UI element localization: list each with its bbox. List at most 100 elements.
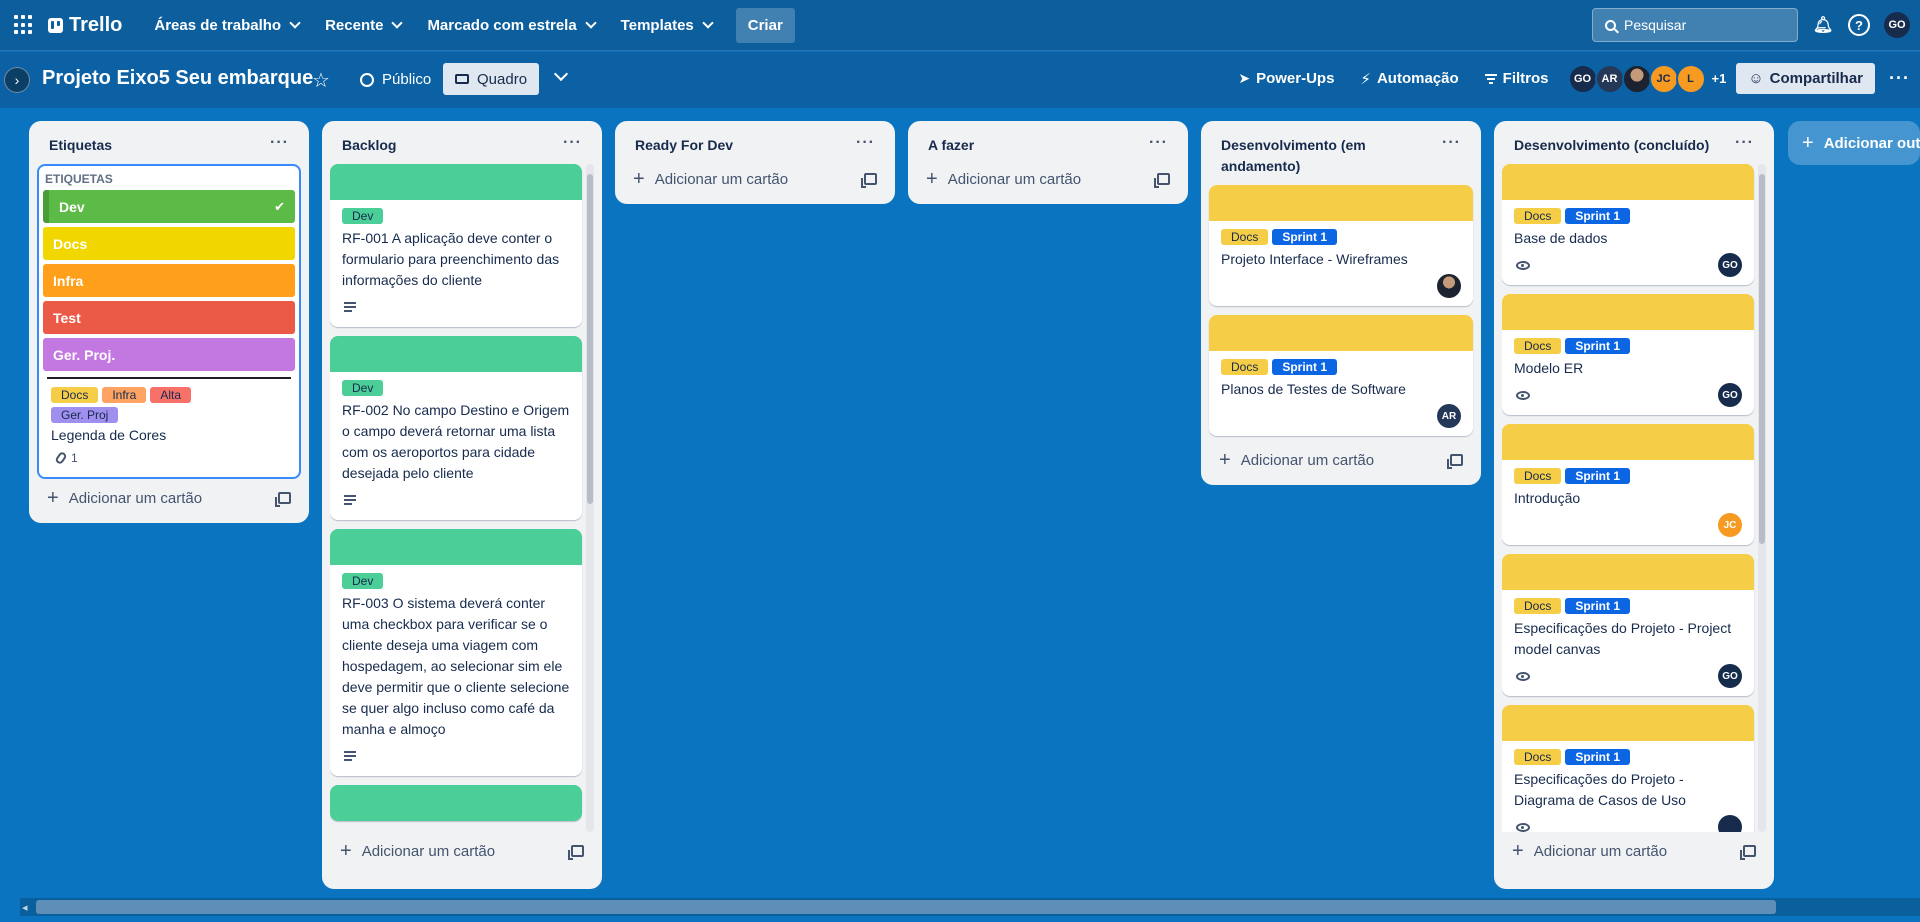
scrollbar-thumb[interactable] — [1759, 174, 1765, 544]
list-title[interactable]: Ready For Dev — [635, 135, 733, 156]
card[interactable]: Docs Sprint 1 Introdução JC — [1502, 424, 1754, 545]
automation-button[interactable]: ⚡︎ Automação — [1350, 64, 1468, 94]
list-menu-icon[interactable]: ··· — [856, 135, 875, 151]
add-list-button[interactable]: + Adicionar outra lista — [1788, 121, 1920, 165]
label-dev[interactable]: Dev — [342, 573, 384, 589]
create-from-template-icon[interactable] — [1154, 173, 1170, 188]
label-docs[interactable]: Docs — [1514, 598, 1562, 614]
label-dev[interactable]: Dev — [342, 380, 384, 396]
board-view-button[interactable]: Quadro — [443, 63, 540, 95]
card[interactable]: Dev RF-002 No campo Destino e Origem o c… — [330, 336, 582, 520]
create-from-template-icon[interactable] — [568, 845, 584, 860]
member-avatar[interactable]: AR — [1437, 404, 1461, 428]
label-sprint[interactable]: Sprint 1 — [1272, 229, 1338, 245]
label-infra[interactable]: Infra — [102, 387, 147, 403]
label-dev[interactable]: Dev — [342, 208, 384, 224]
label-docs[interactable]: Docs — [1221, 229, 1269, 245]
share-button[interactable]: ☺ Compartilhar — [1736, 63, 1876, 94]
visibility-button[interactable]: Público — [352, 65, 439, 94]
add-card-button[interactable]: + Adicionar um cartão — [1209, 445, 1473, 475]
chevron-down-icon[interactable] — [553, 66, 569, 82]
nav-recent[interactable]: Recente — [315, 9, 411, 42]
user-avatar[interactable]: GO — [1884, 12, 1910, 38]
label-docs[interactable]: Docs — [1221, 359, 1269, 375]
legend-label-test[interactable]: Test — [43, 301, 295, 334]
trello-logo[interactable]: Trello — [48, 14, 122, 37]
list-menu-icon[interactable]: ··· — [1149, 135, 1168, 151]
board-title[interactable]: Projeto Eixo5 Seu embarque — [42, 67, 313, 90]
legend-label-docs[interactable]: Docs — [43, 227, 295, 260]
member-avatar[interactable]: GO — [1718, 383, 1742, 407]
label-alta[interactable]: Alta — [150, 387, 192, 403]
add-card-button[interactable]: + Adicionar um cartão — [916, 164, 1180, 194]
card[interactable]: Docs Sprint 1 Modelo ER GO — [1502, 294, 1754, 415]
scrollbar-thumb[interactable] — [587, 174, 593, 504]
label-docs[interactable]: Docs — [1514, 208, 1562, 224]
list-scrollbar[interactable] — [1758, 164, 1766, 832]
list-title[interactable]: A fazer — [928, 135, 974, 156]
member-avatar[interactable]: JC — [1718, 513, 1742, 537]
notifications-icon[interactable]: 🔔︎ — [1812, 14, 1834, 36]
add-card-button[interactable]: + Adicionar um cartão — [623, 164, 887, 194]
filters-button[interactable]: Filtros — [1475, 64, 1559, 93]
board-horizontal-scrollbar[interactable]: ◂ — [20, 898, 1920, 916]
label-docs[interactable]: Docs — [1514, 338, 1562, 354]
list-title[interactable]: Backlog — [342, 135, 396, 156]
create-button[interactable]: Criar — [735, 7, 795, 43]
more-members-count[interactable]: +1 — [1712, 71, 1727, 86]
card[interactable]: Docs Sprint 1 Especificações do Projeto … — [1502, 705, 1754, 832]
label-ger-proj[interactable]: Ger. Proj — [51, 407, 119, 423]
sidebar-toggle-icon[interactable]: › — [4, 67, 30, 93]
nav-templates[interactable]: Templates — [611, 9, 722, 42]
member-avatar[interactable] — [1718, 815, 1742, 832]
label-sprint[interactable]: Sprint 1 — [1565, 208, 1631, 224]
list-title[interactable]: Desenvolvimento (concluído) — [1514, 135, 1709, 156]
powerups-button[interactable]: ➤ Power-Ups — [1228, 64, 1344, 93]
member-avatar[interactable]: L — [1675, 63, 1706, 94]
create-from-template-icon[interactable] — [1740, 845, 1756, 860]
label-sprint[interactable]: Sprint 1 — [1272, 359, 1338, 375]
card[interactable]: Dev RF-001 A aplicação deve conter o for… — [330, 164, 582, 327]
list-menu-icon[interactable]: ··· — [270, 135, 289, 151]
app-switcher-icon[interactable] — [14, 15, 34, 35]
search-input[interactable]: Pesquisar — [1592, 8, 1798, 42]
list-title[interactable]: Desenvolvimento (em andamento) — [1221, 135, 1421, 177]
add-card-button[interactable]: + Adicionar um cartão — [1502, 836, 1766, 866]
member-avatar[interactable]: GO — [1718, 253, 1742, 277]
label-sprint[interactable]: Sprint 1 — [1565, 749, 1631, 765]
list-title[interactable]: Etiquetas — [49, 135, 112, 156]
legend-label-infra[interactable]: Infra — [43, 264, 295, 297]
member-avatar[interactable]: JC — [1648, 63, 1679, 94]
scrollbar-thumb[interactable] — [36, 900, 1776, 914]
member-avatar[interactable]: GO — [1567, 63, 1598, 94]
label-docs[interactable]: Docs — [1514, 468, 1562, 484]
card[interactable]: Docs Sprint 1 Planos de Testes de Softwa… — [1209, 315, 1473, 436]
card[interactable]: Docs Sprint 1 Base de dados GO — [1502, 164, 1754, 285]
list-menu-icon[interactable]: ··· — [1442, 135, 1461, 151]
add-card-button[interactable]: + Adicionar um cartão — [330, 836, 594, 866]
create-from-template-icon[interactable] — [1447, 454, 1463, 469]
star-icon[interactable]: ☆ — [312, 68, 330, 93]
create-from-template-icon[interactable] — [861, 173, 877, 188]
member-avatar[interactable]: AR — [1594, 63, 1625, 94]
card[interactable]: Dev RF-003 O sistema deverá conter uma c… — [330, 529, 582, 776]
add-card-button[interactable]: + Adicionar um cartão — [37, 483, 301, 513]
label-sprint[interactable]: Sprint 1 — [1565, 598, 1631, 614]
scroll-left-arrow-icon[interactable]: ◂ — [22, 901, 28, 914]
list-menu-icon[interactable]: ··· — [1735, 135, 1754, 151]
create-from-template-icon[interactable] — [275, 492, 291, 507]
legend-label-ger-proj[interactable]: Ger. Proj. — [43, 338, 295, 371]
label-docs[interactable]: Docs — [51, 387, 99, 403]
help-icon[interactable]: ? — [1848, 14, 1870, 36]
label-sprint[interactable]: Sprint 1 — [1565, 338, 1631, 354]
legend-card[interactable]: ETIQUETAS Dev ✔ Docs Infra Test Ger. Proj… — [37, 164, 301, 479]
nav-starred[interactable]: Marcado com estrela — [417, 9, 604, 42]
nav-workspaces[interactable]: Áreas de trabalho — [144, 9, 309, 42]
board-menu-icon[interactable]: ··· — [1889, 68, 1910, 89]
legend-label-dev[interactable]: Dev ✔ — [43, 190, 295, 223]
card[interactable]: Docs Sprint 1 Especificações do Projeto … — [1502, 554, 1754, 696]
label-docs[interactable]: Docs — [1514, 749, 1562, 765]
member-avatar[interactable]: GO — [1718, 664, 1742, 688]
card[interactable] — [330, 785, 582, 821]
member-avatar-photo[interactable] — [1621, 63, 1652, 94]
